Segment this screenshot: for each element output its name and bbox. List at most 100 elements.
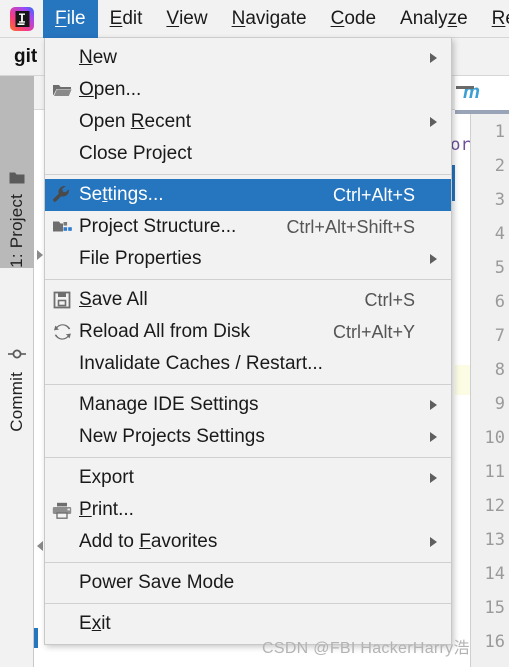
collapse-caret-icon[interactable] (37, 541, 43, 551)
menu-item-reload-all-from-disk[interactable]: Reload All from Disk Ctrl+Alt+Y (45, 316, 451, 348)
watermark-text: CSDN @FBI HackerHarry浩 (262, 640, 470, 657)
menu-item-no-icon (45, 608, 79, 640)
menu-item-shortcut: Ctrl+Alt+S (332, 184, 415, 205)
menu-item-invalidate-caches-restart[interactable]: Invalidate Caches / Restart... (45, 348, 451, 380)
menu-separator (45, 562, 451, 563)
menu-item-label: Settings... (79, 184, 164, 205)
menu-item-close-project[interactable]: Close Project (45, 138, 451, 170)
menu-item-no-icon (45, 526, 79, 558)
gutter-line-number: 1 (494, 122, 505, 142)
gutter-line-number: 5 (494, 258, 505, 278)
menu-bar: FileEditViewNavigateCodeAnalyzeRefac (0, 0, 509, 38)
menu-separator (45, 174, 451, 175)
expand-caret-icon[interactable] (37, 250, 43, 260)
menu-bar-items: FileEditViewNavigateCodeAnalyzeRefac (43, 0, 509, 38)
menu-item-manage-ide-settings[interactable]: Manage IDE Settings (45, 389, 451, 421)
menu-item-label: Open Recent (79, 111, 191, 132)
menu-item-no-icon (45, 567, 79, 599)
gutter-line-number: 6 (494, 292, 505, 312)
menu-item-no-icon (45, 389, 79, 421)
gutter-line-number: 10 (484, 428, 505, 448)
left-tool-window-strip: 1: Project Commit (0, 76, 43, 667)
menu-item-power-save-mode[interactable]: Power Save Mode (45, 567, 451, 599)
menu-item-shortcut: Ctrl+Alt+Shift+S (286, 216, 415, 237)
submenu-arrow-icon (425, 400, 441, 410)
gutter-line-number: 3 (494, 190, 505, 210)
gutter-line-number: 16 (484, 632, 505, 652)
submenu-arrow-icon (425, 53, 441, 63)
menu-item-new[interactable]: New (45, 42, 451, 74)
menubar-item-file[interactable]: File (43, 0, 98, 38)
gutter-line-number: 15 (484, 598, 505, 618)
menu-item-label: Add to Favorites (79, 531, 218, 552)
tool-window-accent-marker (34, 628, 38, 648)
menu-item-label: Print... (79, 499, 134, 520)
menu-item-no-icon (45, 243, 79, 275)
menu-item-open[interactable]: Open... (45, 74, 451, 106)
menu-item-new-projects-settings[interactable]: New Projects Settings (45, 421, 451, 453)
sidebar-item-commit-label: Commit (7, 372, 26, 432)
menu-item-settings[interactable]: Settings... Ctrl+Alt+S (45, 179, 451, 211)
menu-item-shortcut: Ctrl+Alt+Y (332, 321, 415, 342)
menu-item-label: New Projects Settings (79, 426, 265, 447)
menu-separator (45, 279, 451, 280)
file-menu-dropdown: New Open... Open Recent Close Project Settin… (44, 38, 452, 645)
menubar-item-refac[interactable]: Refac (480, 0, 509, 38)
menu-item-print[interactable]: Print... (45, 494, 451, 526)
wrench-icon (45, 179, 79, 211)
intellij-idea-logo-icon (9, 6, 35, 32)
sidebar-item-commit[interactable]: Commit (0, 272, 34, 432)
menu-item-label: Open... (79, 79, 142, 100)
submenu-arrow-icon (425, 432, 441, 442)
menu-item-add-to-favorites[interactable]: Add to Favorites (45, 526, 451, 558)
menu-item-no-icon (45, 106, 79, 138)
folder-icon (9, 170, 25, 189)
menu-item-export[interactable]: Export (45, 462, 451, 494)
menubar-item-analyze[interactable]: Analy z e (388, 0, 480, 38)
submenu-arrow-icon (425, 473, 441, 483)
menu-item-label: Reload All from Disk (79, 321, 251, 342)
reload-icon (45, 316, 79, 348)
menu-item-label: Export (79, 467, 134, 488)
project-structure-icon (45, 211, 79, 243)
menu-item-no-icon (45, 421, 79, 453)
submenu-arrow-icon (425, 254, 441, 264)
menu-separator (45, 603, 451, 604)
menu-separator (45, 457, 451, 458)
menubar-item-view[interactable]: View (154, 0, 219, 38)
gutter-line-number: 2 (494, 156, 505, 176)
menu-item-save-all[interactable]: Save All Ctrl+S (45, 284, 451, 316)
editor-gutter: 1 2 3 4 5 6 7 8 9 10 11 12 13 14 15 16 (470, 114, 509, 667)
menu-item-project-structure[interactable]: Project Structure... Ctrl+Alt+Shift+S (45, 211, 451, 243)
menu-item-no-icon (45, 348, 79, 380)
menu-item-label: Project Structure... (79, 216, 237, 237)
editor-tab[interactable]: m (455, 76, 509, 110)
menu-item-label: File Properties (79, 248, 202, 269)
menu-item-no-icon (45, 138, 79, 170)
sidebar-item-project[interactable]: 1: Project (0, 76, 34, 268)
folder-open-icon (45, 74, 79, 106)
gutter-line-number: 13 (484, 530, 505, 550)
submenu-arrow-icon (425, 117, 441, 127)
menu-item-label: New (79, 47, 118, 68)
menu-item-file-properties[interactable]: File Properties (45, 243, 451, 275)
gutter-line-number: 8 (494, 360, 505, 380)
menu-item-open-recent[interactable]: Open Recent (45, 106, 451, 138)
menu-separator (45, 384, 451, 385)
sidebar-item-project-label: 1: Project (7, 194, 26, 268)
menubar-item-navigate[interactable]: Navigate (220, 0, 319, 38)
hide-tool-window-icon[interactable] (456, 86, 474, 89)
gutter-line-number: 7 (494, 326, 505, 346)
menu-item-shortcut: Ctrl+S (364, 289, 415, 310)
gutter-line-number: 9 (494, 394, 505, 414)
menu-item-label: Manage IDE Settings (79, 394, 259, 415)
editor-highlighted-line (455, 365, 470, 395)
submenu-arrow-icon (425, 537, 441, 547)
menu-item-label: Exit (79, 613, 111, 634)
menubar-item-code[interactable]: Code (319, 0, 388, 38)
menubar-item-edit[interactable]: Edit (98, 0, 155, 38)
git-label: git (14, 46, 38, 67)
menu-item-label: Save All (79, 289, 148, 310)
ide-window: m por 1 2 3 4 5 6 7 8 9 10 11 12 13 14 15 16 1: Project… (0, 0, 509, 667)
gutter-line-number: 4 (494, 224, 505, 244)
